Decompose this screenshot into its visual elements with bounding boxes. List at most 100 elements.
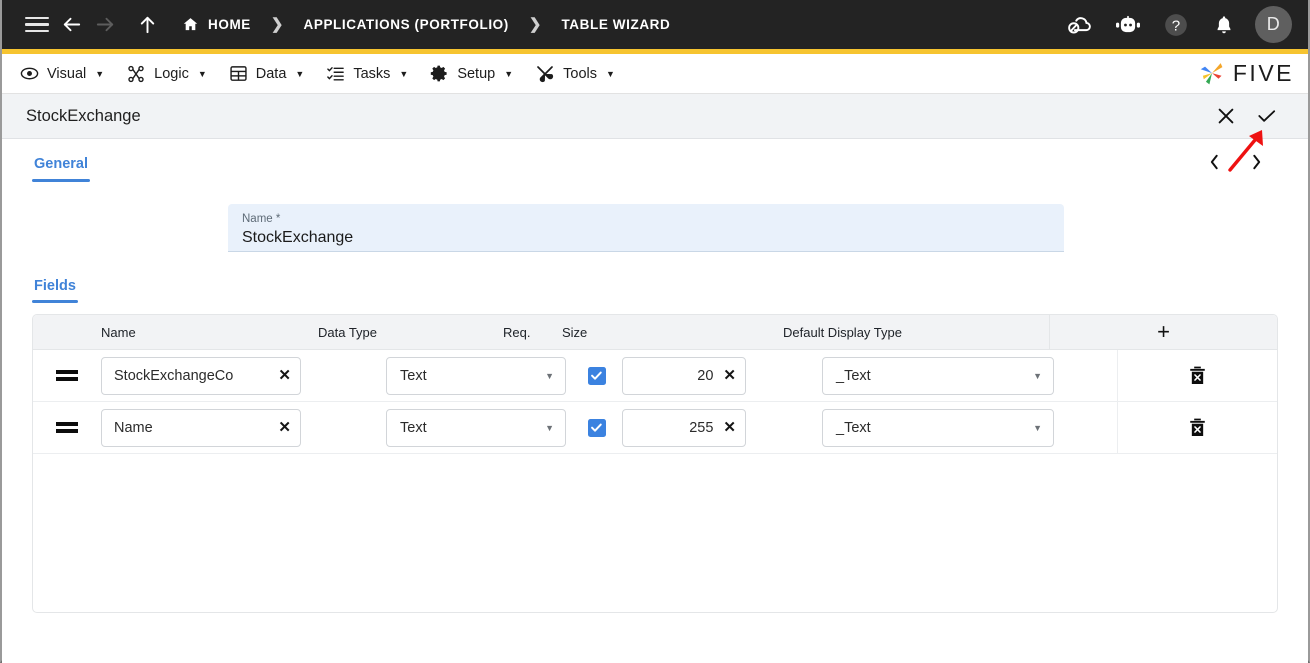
home-icon <box>182 16 199 33</box>
trash-icon <box>1190 418 1205 436</box>
top-bar-actions: ? D <box>1063 6 1292 43</box>
chevron-down-icon: ▼ <box>545 422 554 433</box>
form-content: General Name * Fields <box>2 139 1308 663</box>
checkmark-icon <box>591 423 602 432</box>
column-header-default-display-type: Default Display Type <box>783 324 902 340</box>
row-drag-handle[interactable] <box>33 367 101 384</box>
tab-fields[interactable]: Fields <box>32 278 78 303</box>
fields-tab-row: Fields <box>32 252 1278 303</box>
default-display-type-select[interactable]: _Text ▼ <box>822 356 1054 395</box>
delete-field-button[interactable] <box>1117 402 1277 453</box>
name-field[interactable]: Name * <box>228 204 1064 252</box>
menu-tasks[interactable]: Tasks ▼ <box>322 54 426 93</box>
avatar[interactable]: D <box>1255 6 1292 43</box>
close-button[interactable] <box>1206 96 1246 136</box>
row-display-type-cell: _Text ▼ <box>822 356 1117 395</box>
chevron-down-icon: ▼ <box>504 68 514 79</box>
column-header-size: Size <box>562 324 588 340</box>
table-row: ✕ Text ▼ <box>33 402 1277 454</box>
notifications-button[interactable] <box>1207 8 1241 42</box>
help-button[interactable]: ? <box>1159 8 1193 42</box>
column-header-name: Name <box>101 324 136 340</box>
chevron-down-icon: ▼ <box>606 68 615 79</box>
prev-record-button[interactable] <box>1200 148 1228 176</box>
menu-label: Tools <box>563 65 597 82</box>
tab-general[interactable]: General <box>32 156 90 182</box>
cloud-off-button[interactable] <box>1063 8 1097 42</box>
clear-icon[interactable]: ✕ <box>278 368 291 383</box>
chevron-down-icon: ▼ <box>95 68 105 79</box>
clear-icon[interactable]: ✕ <box>278 420 291 435</box>
menu-tools[interactable]: Tools ▼ <box>531 54 633 93</box>
name-input[interactable] <box>242 226 1050 249</box>
row-name-cell: ✕ <box>101 408 386 447</box>
eye-icon <box>20 67 39 80</box>
tools-icon <box>537 65 554 82</box>
default-display-type-value: _Text <box>836 367 871 384</box>
gear-icon <box>431 65 447 82</box>
menu-label: Logic <box>154 65 189 82</box>
field-name-input[interactable] <box>114 419 273 436</box>
data-type-select[interactable]: Text ▼ <box>386 408 566 447</box>
chatbot-icon <box>1116 15 1140 32</box>
row-drag-handle[interactable] <box>33 419 101 436</box>
field-size-input[interactable] <box>635 367 718 384</box>
name-field-wrap: Name * <box>32 182 1278 252</box>
brand-logo: FIVE <box>1198 60 1308 87</box>
menu-label: Visual <box>47 65 87 82</box>
clear-icon[interactable]: ✕ <box>723 368 736 383</box>
field-size-input[interactable] <box>635 419 718 436</box>
module-menu-bar: Visual ▼ Logic ▼ Data ▼ Tasks ▼ Setup ▼ … <box>2 54 1308 94</box>
up-button[interactable] <box>130 8 164 42</box>
field-size-textbox[interactable]: ✕ <box>622 408 746 447</box>
drag-handle-icon <box>56 419 78 436</box>
row-display-type-cell: _Text ▼ <box>822 408 1117 447</box>
field-name-textbox[interactable]: ✕ <box>101 408 301 447</box>
breadcrumb-separator: ❯ <box>270 16 284 33</box>
chevron-down-icon: ▼ <box>399 68 409 79</box>
row-name-cell: ✕ <box>101 356 386 395</box>
clear-icon[interactable]: ✕ <box>723 420 736 435</box>
required-checkbox[interactable] <box>587 366 606 385</box>
add-field-button[interactable]: + <box>1049 315 1277 349</box>
menu-data[interactable]: Data ▼ <box>225 54 323 93</box>
row-size-cell: ✕ <box>622 356 822 395</box>
menu-visual[interactable]: Visual ▼ <box>16 54 122 93</box>
checkmark-icon <box>591 371 602 380</box>
menu-logic[interactable]: Logic ▼ <box>122 54 225 93</box>
required-checkbox[interactable] <box>587 418 606 437</box>
chevron-down-icon: ▼ <box>1033 370 1042 381</box>
field-size-textbox[interactable]: ✕ <box>622 356 746 395</box>
column-header-req: Req. <box>503 324 531 340</box>
back-button[interactable] <box>54 8 88 42</box>
breadcrumb-item-table-wizard[interactable]: TABLE WIZARD <box>561 17 670 32</box>
save-checkmark-button[interactable] <box>1246 96 1286 136</box>
chevron-left-icon <box>1210 154 1218 170</box>
menu-setup[interactable]: Setup ▼ <box>426 54 531 93</box>
next-record-button[interactable] <box>1242 148 1270 176</box>
breadcrumb-label: APPLICATIONS (PORTFOLIO) <box>303 17 509 32</box>
brand-name: FIVE <box>1232 60 1294 86</box>
data-type-value: Text <box>400 367 427 384</box>
hamburger-menu-button[interactable] <box>20 8 54 42</box>
delete-field-button[interactable] <box>1117 350 1277 401</box>
default-display-type-value: _Text <box>836 419 871 436</box>
default-display-type-select[interactable]: _Text ▼ <box>822 408 1054 447</box>
menu-label: Data <box>255 65 287 82</box>
record-pager <box>1200 148 1270 176</box>
breadcrumb-item-applications[interactable]: APPLICATIONS (PORTFOLIO) <box>303 17 508 32</box>
breadcrumb-label: TABLE WIZARD <box>561 17 671 32</box>
breadcrumb-separator: ❯ <box>528 16 542 33</box>
row-size-cell: ✕ <box>622 408 822 447</box>
data-type-value: Text <box>400 419 427 436</box>
field-name-textbox[interactable]: ✕ <box>101 356 301 395</box>
forward-button[interactable] <box>88 8 122 42</box>
fields-grid-header: Name Data Type Req. Size Default Display… <box>33 315 1277 350</box>
breadcrumb-item-home[interactable]: HOME <box>182 16 251 33</box>
field-name-input[interactable] <box>114 367 273 384</box>
help-icon: ? <box>1165 13 1187 36</box>
data-type-select[interactable]: Text ▼ <box>386 356 566 395</box>
chatbot-button[interactable] <box>1111 8 1145 42</box>
row-data-type-cell: Text ▼ <box>386 408 571 447</box>
general-tab-row: General <box>32 139 1278 182</box>
